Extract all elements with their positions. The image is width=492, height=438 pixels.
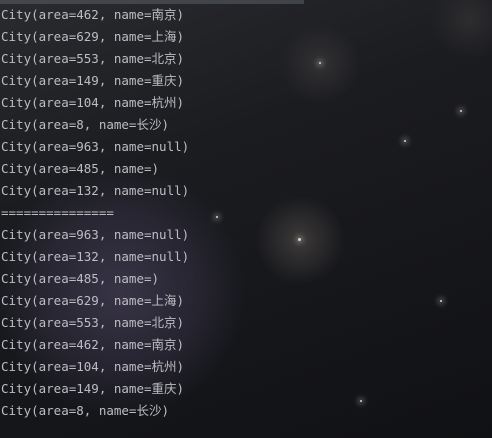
console-line: City(area=132, name=null) [1,183,190,198]
console-line: City(area=104, name=杭州) [1,95,185,110]
console-line: City(area=8, name=长沙) [1,117,169,132]
console-line: City(area=485, name=) [1,271,160,286]
console-line: City(area=149, name=重庆) [1,381,185,396]
star-decoration [404,140,406,142]
console-line: City(area=963, name=null) [1,227,190,242]
console-line: City(area=553, name=北京) [1,51,185,66]
console-line: City(area=963, name=null) [1,139,190,154]
star-decoration [440,300,442,302]
console-line: City(area=462, name=南京) [1,7,185,22]
console-line: City(area=462, name=南京) [1,337,185,352]
console-line: City(area=629, name=上海) [1,293,185,308]
star-decoration [319,62,321,64]
star-decoration [360,400,362,402]
console-line: City(area=629, name=上海) [1,29,185,44]
separator-line: =============== [1,205,114,220]
star-decoration [298,238,301,241]
console-output[interactable]: City(area=462, name=南京) City(area=629, n… [1,4,189,422]
console-line: City(area=8, name=长沙) [1,403,169,418]
console-line: City(area=485, name=) [1,161,160,176]
console-line: City(area=132, name=null) [1,249,190,264]
console-line: City(area=553, name=北京) [1,315,185,330]
star-decoration [460,110,462,112]
console-line: City(area=149, name=重庆) [1,73,185,88]
console-line: City(area=104, name=杭州) [1,359,185,374]
star-decoration [216,216,218,218]
